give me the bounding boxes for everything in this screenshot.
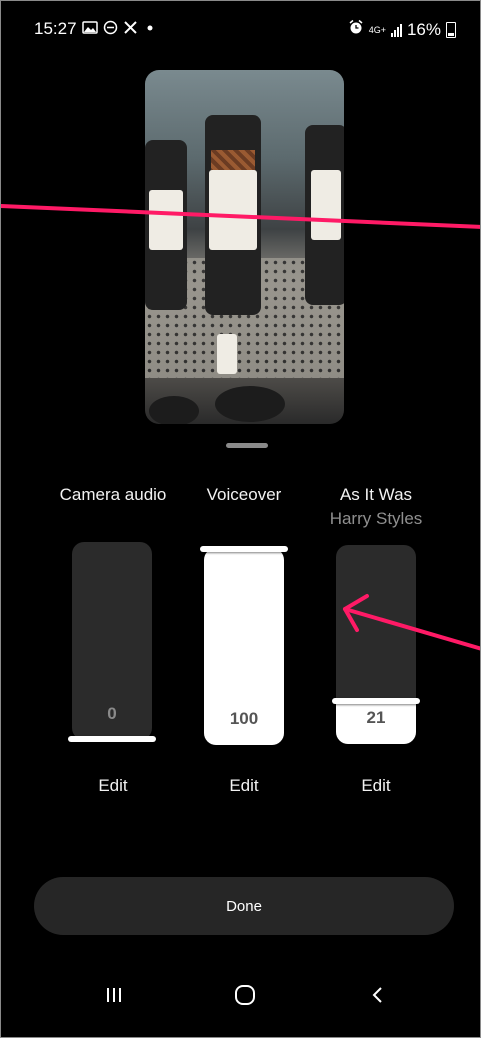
screen: 15:27 4G+ 16% Camera audio Voiceover As … xyxy=(0,0,481,1038)
annotation-overlay xyxy=(1,204,480,651)
annotation-arrow xyxy=(343,607,480,651)
annotation-line xyxy=(1,204,480,229)
